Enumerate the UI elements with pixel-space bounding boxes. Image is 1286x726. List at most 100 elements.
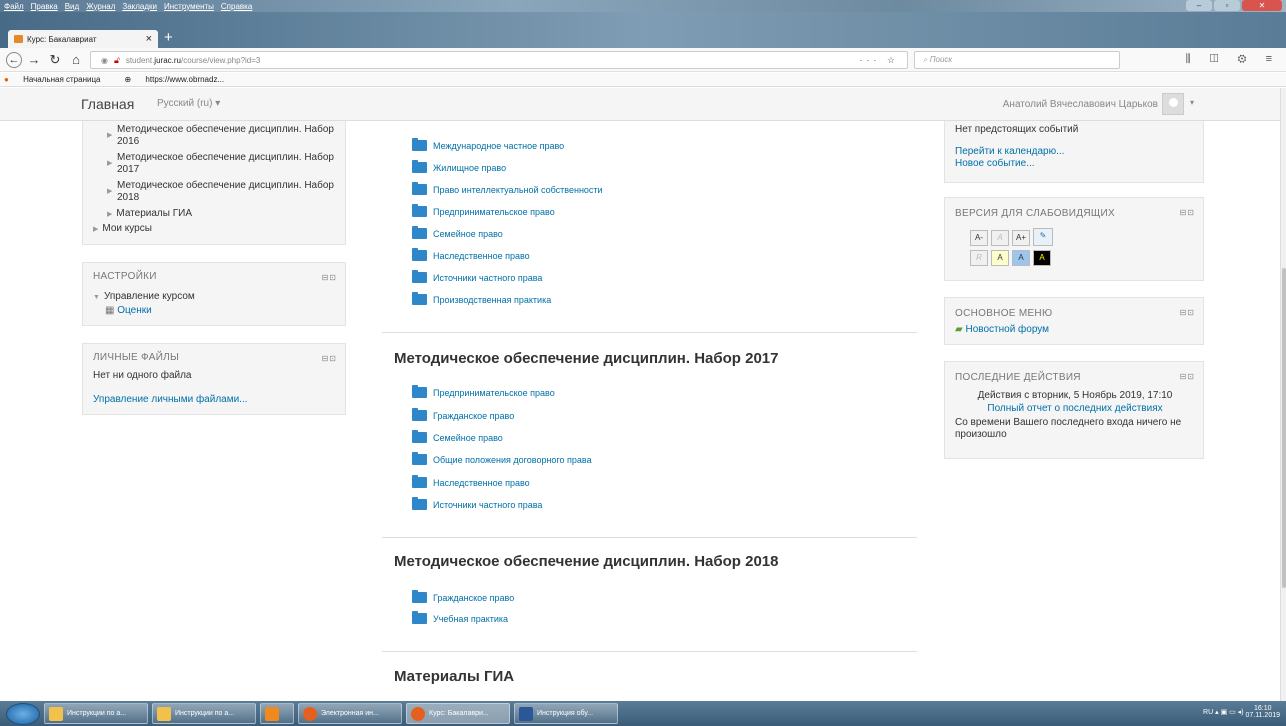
list-item[interactable]: Наследственное право	[412, 248, 530, 261]
taskbar-button[interactable]: Инструкции по а...	[44, 703, 148, 724]
start-button[interactable]	[6, 702, 40, 725]
news-forum-link[interactable]: ▰ Новостной форум	[955, 324, 1049, 335]
block-controls-icon[interactable]: ⊟⊡	[1180, 208, 1195, 217]
page-actions-icon[interactable]: ··· ☆	[859, 55, 899, 66]
new-event-link[interactable]: Новое событие...	[955, 158, 1035, 169]
taskbar-button[interactable]: Инструкция обу...	[514, 703, 618, 724]
language-menu[interactable]: Русский (ru) ▾	[157, 98, 220, 109]
nav-item-2016[interactable]: ▶ Методическое обеспечение дисциплин. Наб…	[107, 124, 337, 148]
list-item[interactable]: Производственная практика	[412, 292, 551, 305]
toolbar-icons[interactable]: ⫼ ◫ ⚙ ≡	[1186, 53, 1280, 66]
expand-arrow-icon: ▶	[107, 188, 113, 195]
main-menu-block: ОСНОВНОЕ МЕНЮ ⊟⊡ ▰ Новостной форум	[944, 297, 1204, 345]
accessibility-block: ВЕРСИЯ ДЛЯ СЛАБОВИДЯЩИХ ⊟⊡ A- A A+ ✎ R A…	[944, 197, 1204, 281]
no-files-text: Нет ни одного файла	[93, 370, 192, 381]
site-home-link[interactable]: Главная	[81, 96, 134, 112]
tray-icons[interactable]: ▴ ▣ ▭ ◂)	[1215, 709, 1245, 716]
reload-icon[interactable]: ↻	[46, 52, 64, 68]
list-item[interactable]: Семейное право	[412, 226, 503, 239]
grades-table-icon: ▦	[105, 305, 115, 316]
home-icon[interactable]: ⌂	[67, 52, 85, 67]
menu-view[interactable]: Вид	[65, 2, 79, 11]
color-scheme-icon[interactable]: ✎	[1033, 228, 1053, 246]
font-increase-button[interactable]: A+	[1012, 230, 1030, 246]
nav-item-2018[interactable]: ▶ Методическое обеспечение дисциплин. Наб…	[107, 180, 337, 204]
forward-arrow-icon[interactable]: →	[25, 52, 43, 67]
tab-course[interactable]: Курс: Бакалавриат ×	[8, 30, 158, 48]
list-item[interactable]: Международное частное право	[412, 138, 564, 151]
full-report-link[interactable]: Полный отчет о последних действиях	[945, 403, 1205, 414]
word-icon	[519, 706, 533, 721]
menu-tools[interactable]: Инструменты	[164, 2, 214, 11]
block-controls-icon[interactable]: ⊟⊡	[1180, 372, 1195, 381]
block-controls-icon[interactable]: ⊟⊡	[322, 354, 337, 363]
language-indicator[interactable]: RU	[1203, 709, 1213, 716]
block-controls-icon[interactable]: ⊟⊡	[322, 273, 337, 282]
list-item[interactable]: Наследственное право	[412, 475, 530, 488]
menu-file[interactable]: Файл	[4, 2, 24, 11]
color-blue-button[interactable]: A	[1012, 250, 1030, 266]
clock[interactable]: 16:10 07.11.2019	[1245, 705, 1280, 719]
search-input[interactable]: ⌕ Поиск	[914, 51, 1120, 69]
list-item[interactable]: Общие положения договорного права	[412, 452, 592, 465]
color-reset-button[interactable]: R	[970, 250, 988, 266]
font-reset-button[interactable]: A	[991, 230, 1009, 246]
nav-item-gia[interactable]: ▶ Материалы ГИА	[107, 208, 192, 219]
list-item[interactable]: Источники частного права	[412, 497, 542, 510]
avatar[interactable]	[1162, 93, 1184, 115]
bookmark-obrnadzor[interactable]: ⊕ https://www.obrnadz...	[124, 75, 236, 84]
scrollbar-thumb[interactable]	[1282, 268, 1286, 588]
taskbar-button[interactable]: Электронная ин...	[298, 703, 402, 724]
menu-bar: Файл Правка Вид Журнал Закладки Инструме…	[0, 0, 1286, 12]
nav-my-courses[interactable]: ▶ Мои курсы	[93, 223, 152, 234]
bookmark-home[interactable]: ● Начальная страница	[4, 75, 112, 84]
menu-history[interactable]: Журнал	[86, 2, 115, 11]
list-item[interactable]: Жилищное право	[412, 160, 506, 173]
maximize-button[interactable]: ▫	[1214, 0, 1240, 11]
back-arrow-icon[interactable]: ←	[6, 51, 22, 68]
font-decrease-button[interactable]: A-	[970, 230, 988, 246]
nav-item-2017[interactable]: ▶ Методическое обеспечение дисциплин. Наб…	[107, 152, 337, 176]
user-menu-caret-icon[interactable]: ▾	[1190, 98, 1194, 107]
list-item[interactable]: Предпринимательское право	[412, 204, 555, 217]
forum-icon: ▰	[955, 324, 963, 335]
moodle-header: Главная Русский (ru) ▾ Анатолий Вячеслав…	[0, 88, 1280, 121]
grades-link[interactable]: ▦ Оценки	[105, 305, 152, 316]
window-close-button[interactable]: ✕	[1242, 0, 1282, 11]
folder-icon	[412, 270, 427, 283]
manage-files-link[interactable]: Управление личными файлами...	[93, 394, 248, 405]
calendar-link[interactable]: Перейти к календарю...	[955, 146, 1064, 157]
recent-activity-block: ПОСЛЕДНИЕ ДЕЙСТВИЯ ⊟⊡ Действия с вторник…	[944, 361, 1204, 459]
outlook-icon	[265, 706, 279, 721]
vertical-scrollbar[interactable]	[1280, 88, 1286, 701]
insecure-lock-icon[interactable]: 🔓︎	[114, 55, 120, 66]
list-item[interactable]: Гражданское право	[412, 590, 514, 603]
tab-strip: Курс: Бакалавриат × +	[0, 12, 1286, 48]
address-bar[interactable]: ◉ 🔓︎ student. jurac.ru/course/view.php?id…	[90, 51, 908, 69]
taskbar-button[interactable]: Инструкции по а...	[152, 703, 256, 724]
list-item[interactable]: Гражданское право	[412, 408, 514, 421]
menu-bookmarks[interactable]: Закладки	[122, 2, 157, 11]
list-item[interactable]: Учебная практика	[412, 611, 508, 624]
folder-icon	[412, 590, 427, 603]
taskbar-button[interactable]	[260, 703, 294, 724]
menu-edit[interactable]: Правка	[31, 2, 58, 11]
tab-title: Курс: Бакалавриат	[27, 34, 97, 44]
folder-icon	[412, 430, 427, 443]
shield-icon[interactable]: ◉	[101, 56, 108, 65]
taskbar-button-active[interactable]: Курс: Бакалаври...	[406, 703, 510, 724]
user-name[interactable]: Анатолий Вячеславович Царьков	[1003, 99, 1158, 110]
minimize-button[interactable]: –	[1186, 0, 1212, 11]
list-item[interactable]: Семейное право	[412, 430, 503, 443]
menu-help[interactable]: Справка	[221, 2, 252, 11]
course-admin-item[interactable]: ▼ Управление курсом	[93, 291, 195, 302]
color-black-button[interactable]: A	[1033, 250, 1051, 266]
bookmarks-bar: ● Начальная страница ⊕ https://www.obrna…	[0, 73, 1286, 87]
list-item[interactable]: Источники частного права	[412, 270, 542, 283]
new-tab-button[interactable]: +	[164, 29, 173, 46]
color-yellow-button[interactable]: A	[991, 250, 1009, 266]
list-item[interactable]: Предпринимательское право	[412, 385, 555, 398]
block-controls-icon[interactable]: ⊟⊡	[1180, 308, 1195, 317]
tab-close-icon[interactable]: ×	[146, 33, 152, 45]
list-item[interactable]: Право интеллектуальной собственности	[412, 182, 603, 195]
